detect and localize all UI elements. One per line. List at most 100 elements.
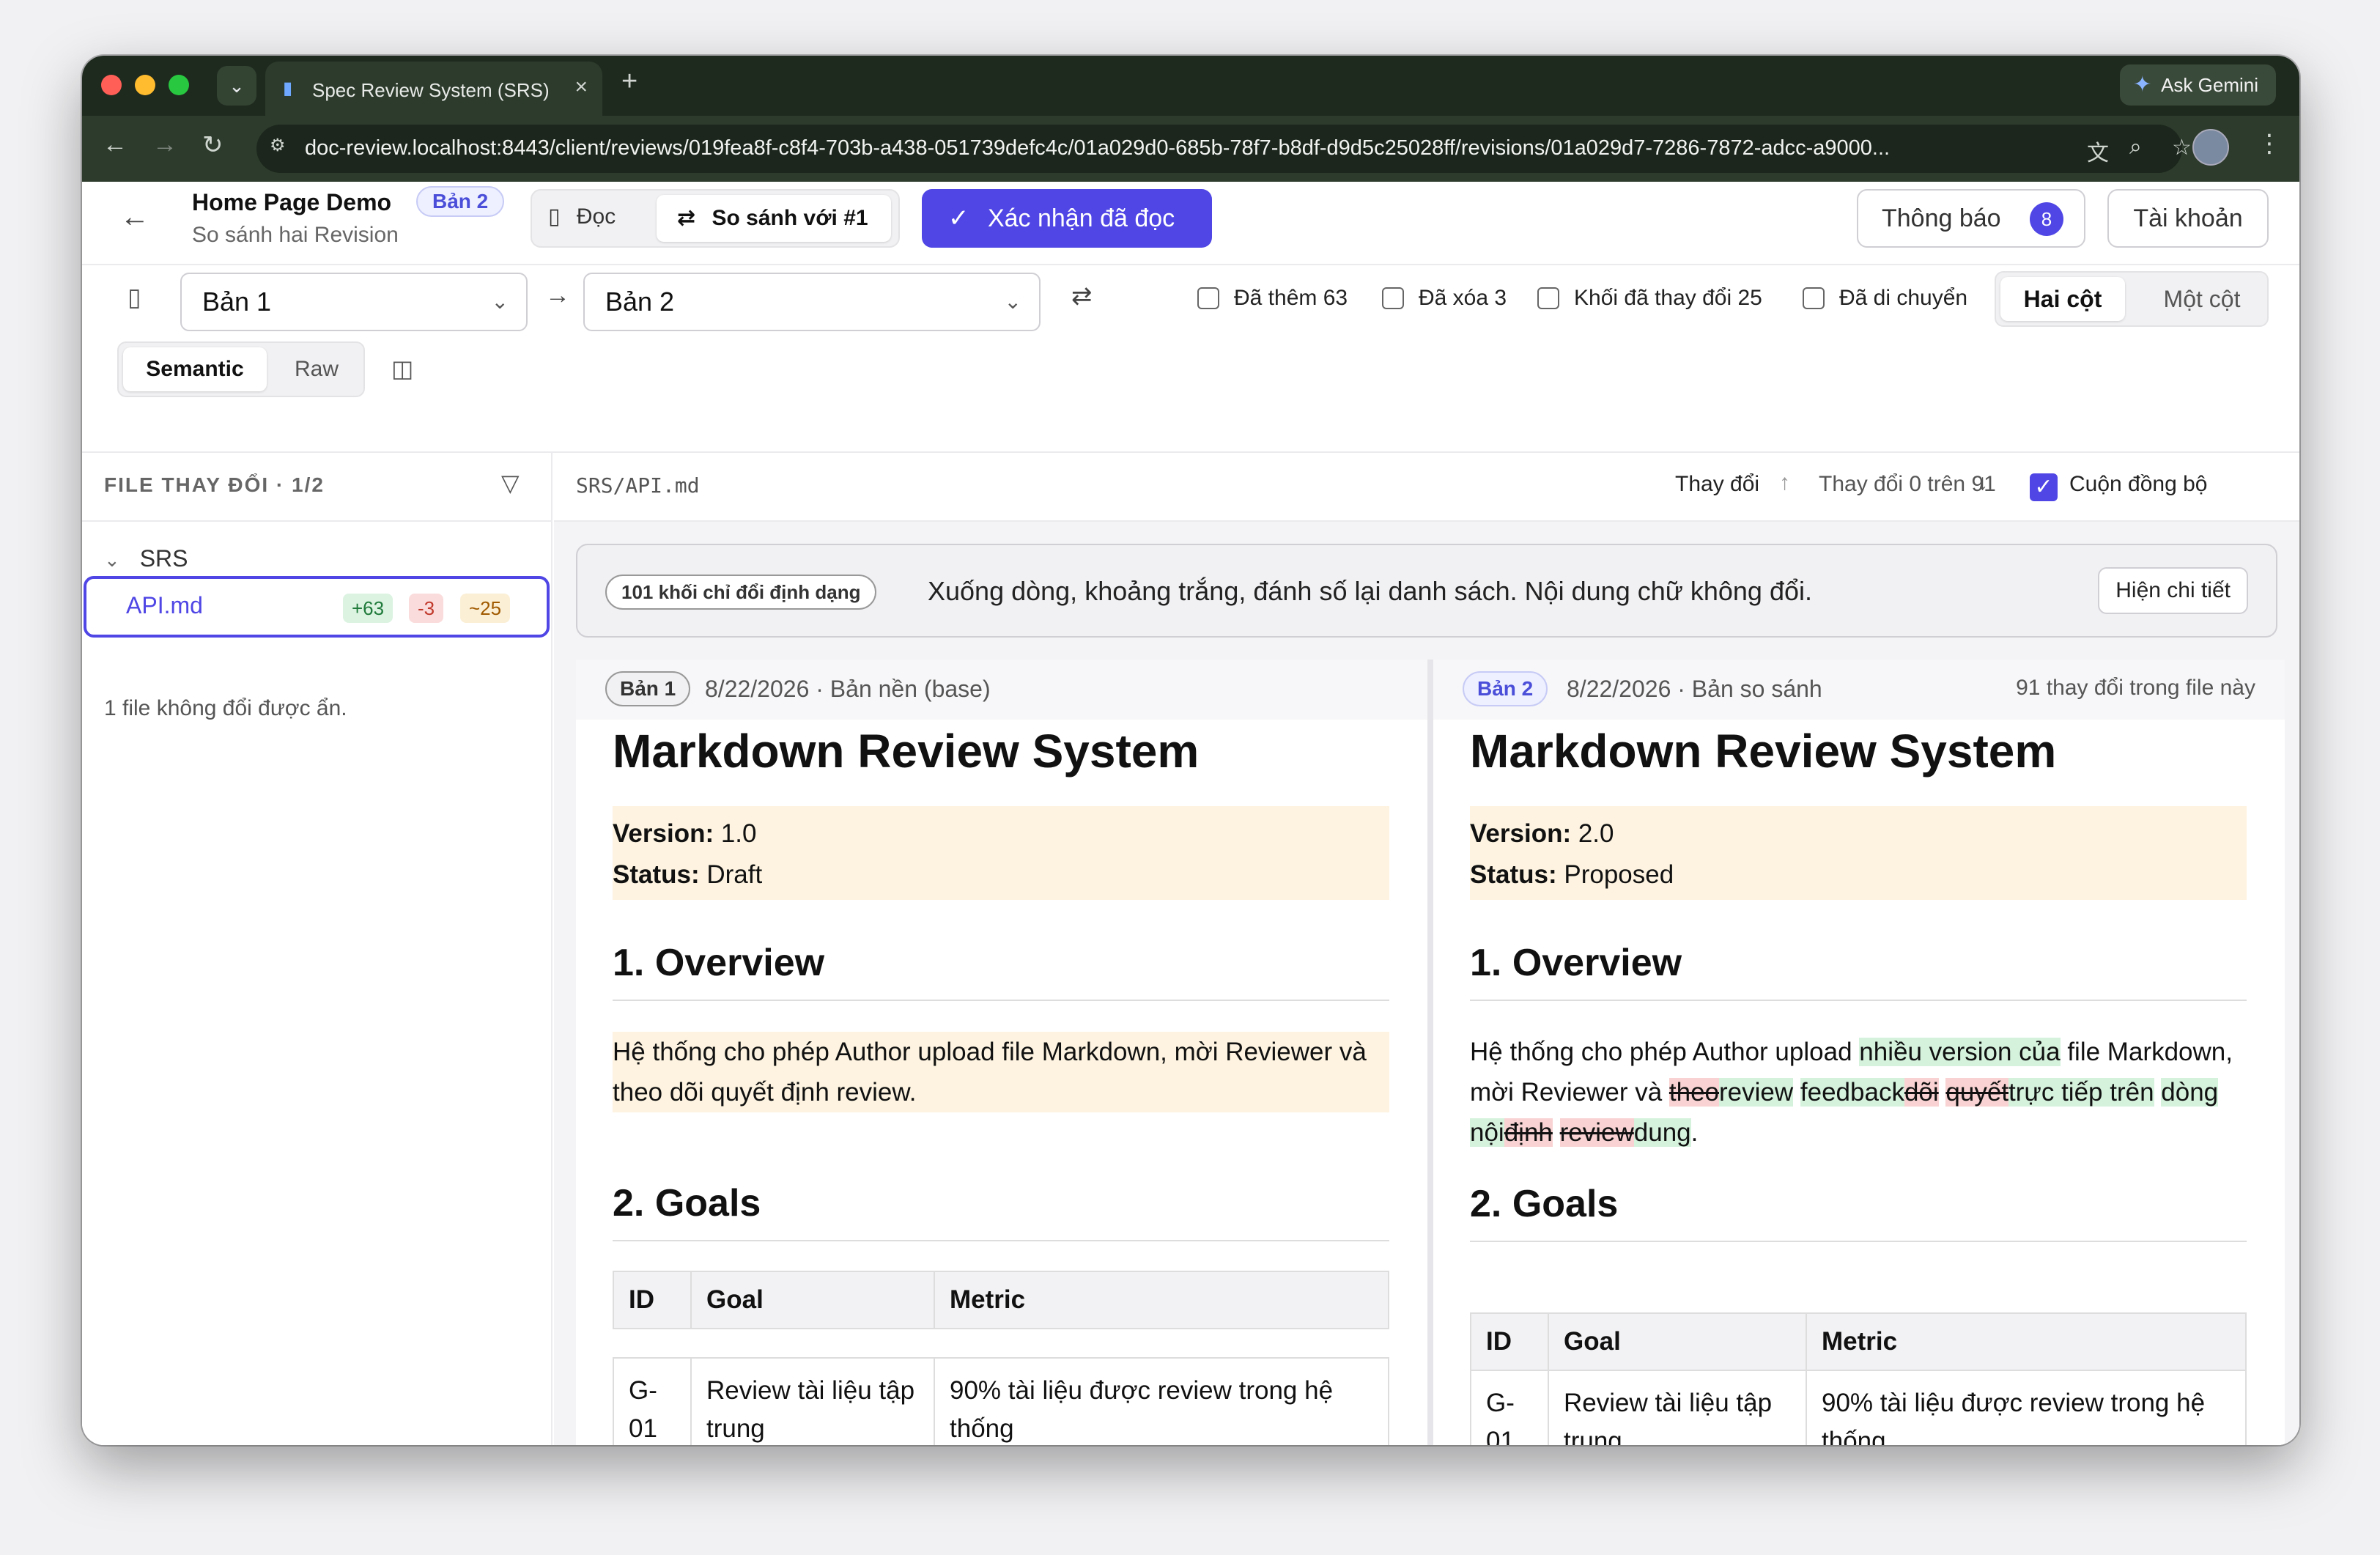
- next-change-icon[interactable]: ↓: [1977, 470, 1988, 495]
- confirm-read-button[interactable]: ✓ Xác nhận đã đọc: [922, 189, 1212, 248]
- bookmark-star-icon[interactable]: ☆: [2172, 135, 2192, 160]
- forward-icon[interactable]: →: [152, 130, 177, 159]
- diff-deleted: quyết: [1945, 1078, 2009, 1107]
- hidden-files-note: 1 file không đổi được ẩn.: [104, 696, 347, 720]
- left-revision-select[interactable]: Bản 1 ⌄: [180, 273, 528, 331]
- swap-icon: ⇄: [677, 206, 696, 230]
- status-value: Draft: [706, 860, 763, 889]
- revision-badge: Bản 2: [416, 186, 505, 217]
- file-sidebar: FILE THAY ĐỔI · 1/2 ▽ ⌄ SRS API.md +63 -…: [82, 453, 552, 1445]
- right-pane-meta: 8/22/2026 · Bản so sánh: [1567, 676, 1822, 702]
- filter-changed-checkbox[interactable]: Khối đã thay đổi 25: [1537, 286, 1762, 311]
- version-value: 2.0: [1578, 819, 1614, 848]
- table-cell: 90% tài liệu được review trong hệ thống: [1806, 1370, 2247, 1445]
- overview-paragraph: Hệ thống cho phép Author upload file Mar…: [613, 1032, 1389, 1112]
- table-row: [613, 1329, 1389, 1358]
- chevron-down-icon: ⌄: [491, 290, 509, 313]
- file-item-api-md[interactable]: API.md +63 -3 ~25: [84, 576, 550, 638]
- diff-deleted: định: [1504, 1118, 1553, 1147]
- diff-text: [1553, 1118, 1560, 1147]
- check-circle-icon: ✓: [948, 204, 969, 232]
- pane-divider[interactable]: [1427, 660, 1433, 1445]
- right-document: Markdown Review System Version: 2.0 Stat…: [1470, 720, 2247, 1445]
- tab-title: Spec Review System (SRS): [312, 79, 550, 101]
- browser-tab[interactable]: ▮ Spec Review System (SRS) ×: [265, 62, 602, 116]
- page-subtitle: So sánh hai Revision: [192, 223, 399, 247]
- chevron-down-icon: ⌄: [104, 549, 120, 571]
- maximize-window-button[interactable]: [169, 75, 189, 95]
- mode-toggle: ▯ Đọc ⇄ So sánh với #1: [531, 189, 900, 248]
- translate-icon[interactable]: 文: [2087, 135, 2109, 167]
- file-path: SRS/API.md: [576, 473, 700, 498]
- folder-srs[interactable]: ⌄ SRS: [104, 545, 188, 572]
- diff-text: [2154, 1078, 2162, 1107]
- table-header: Metric: [934, 1271, 1389, 1329]
- page-title: Home Page Demo: [192, 189, 392, 215]
- layout-one-column-button[interactable]: Một cột: [2140, 277, 2264, 321]
- goals-table: ID Goal Metric G-01 Review tài liệu tập …: [1470, 1312, 2247, 1445]
- previous-change-icon[interactable]: ↑: [1779, 470, 1790, 495]
- banner-text: Xuống dòng, khoảng trắng, đánh số lại da…: [928, 576, 1812, 606]
- profile-avatar[interactable]: [2192, 129, 2229, 166]
- new-tab-button[interactable]: +: [621, 66, 638, 97]
- left-pane-header: Bản 1 8/22/2026 · Bản nền (base): [576, 660, 1427, 720]
- url-input[interactable]: ⚙ doc-review.localhost:8443/client/revie…: [256, 125, 2192, 173]
- diff-inserted: review: [1719, 1078, 1794, 1107]
- layout-toggle: Hai cột Một cột: [1995, 271, 2269, 327]
- ask-gemini-button[interactable]: ✦ Ask Gemini: [2120, 64, 2276, 106]
- change-position: Thay đổi 0 trên 91: [1819, 472, 1996, 496]
- table-header-row: ID Goal Metric: [613, 1271, 1389, 1329]
- chevron-down-icon: ⌄: [229, 75, 245, 97]
- sidebar-toggle-icon[interactable]: ▯: [128, 283, 141, 312]
- layout-two-column-button[interactable]: Hai cột: [2000, 277, 2125, 321]
- filter-icon[interactable]: ▽: [501, 469, 520, 497]
- notifications-button[interactable]: Thông báo 8: [1857, 189, 2085, 248]
- filter-removed-checkbox[interactable]: Đã xóa 3: [1382, 286, 1507, 311]
- split-panel-icon[interactable]: ◫: [391, 355, 413, 383]
- confirm-read-label: Xác nhận đã đọc: [987, 204, 1175, 232]
- back-icon[interactable]: ←: [103, 130, 128, 159]
- sync-scroll-checkbox[interactable]: ✓: [2030, 473, 2058, 501]
- zoom-icon[interactable]: ⌕: [2129, 135, 2142, 160]
- table-cell: G-01: [613, 1357, 692, 1445]
- back-arrow-icon[interactable]: ←: [120, 201, 149, 234]
- changed-count-badge: ~25: [460, 594, 511, 623]
- right-revision-select[interactable]: Bản 2 ⌄: [583, 273, 1041, 331]
- site-settings-icon[interactable]: ⚙: [270, 135, 298, 163]
- show-details-button[interactable]: Hiện chi tiết: [2098, 567, 2248, 614]
- change-label: Thay đổi: [1675, 472, 1760, 496]
- browser-menu-icon[interactable]: ⋮: [2257, 129, 2282, 158]
- table-cell: Review tài liệu tập trung: [690, 1357, 935, 1445]
- file-name: API.md: [126, 592, 203, 618]
- view-semantic-button[interactable]: Semantic: [123, 347, 267, 391]
- account-button[interactable]: Tài khoản: [2107, 189, 2269, 248]
- chevron-down-icon: ⌄: [1004, 290, 1021, 313]
- view-raw-button[interactable]: Raw: [273, 347, 361, 391]
- minimize-window-button[interactable]: [135, 75, 155, 95]
- filter-added-checkbox[interactable]: Đã thêm 63: [1197, 286, 1348, 311]
- swap-revisions-icon[interactable]: ⇄: [1071, 281, 1093, 311]
- diff-deleted: theo: [1668, 1078, 1720, 1107]
- table-row: G-01 Review tài liệu tập trung 90% tài l…: [1470, 1370, 2247, 1445]
- reload-icon[interactable]: ↻: [202, 130, 223, 160]
- favicon-icon: ▮: [283, 78, 293, 98]
- version-value: 1.0: [720, 819, 757, 848]
- tab-bar: ⌄ ▮ Spec Review System (SRS) × + ✦ Ask G…: [82, 56, 2299, 116]
- tab-search-button[interactable]: ⌄: [217, 66, 256, 106]
- diff-deleted: dõi: [1904, 1078, 1939, 1107]
- mode-read-button[interactable]: ▯ Đọc: [548, 204, 616, 229]
- url-text: doc-review.localhost:8443/client/reviews…: [305, 136, 1891, 160]
- checkbox-box: [1197, 287, 1219, 309]
- metadata-block: Version: 2.0 Status: Proposed: [1470, 806, 2247, 900]
- left-revision-value: Bản 1: [202, 287, 272, 317]
- filter-moved-checkbox[interactable]: Đã di chuyển: [1803, 286, 1967, 311]
- goals-table: ID Goal Metric G-01 Review tài liệu tập …: [613, 1271, 1389, 1445]
- diff-text: [1939, 1078, 1946, 1107]
- sidebar-divider: [82, 520, 551, 522]
- filter-removed-label: Đã xóa 3: [1419, 286, 1507, 310]
- close-tab-icon[interactable]: ×: [574, 75, 588, 100]
- mode-compare-label: So sánh với #1: [712, 206, 868, 230]
- diff-text: [1793, 1078, 1800, 1107]
- mode-compare-button[interactable]: ⇄ So sánh với #1: [657, 195, 891, 242]
- close-window-button[interactable]: [101, 75, 122, 95]
